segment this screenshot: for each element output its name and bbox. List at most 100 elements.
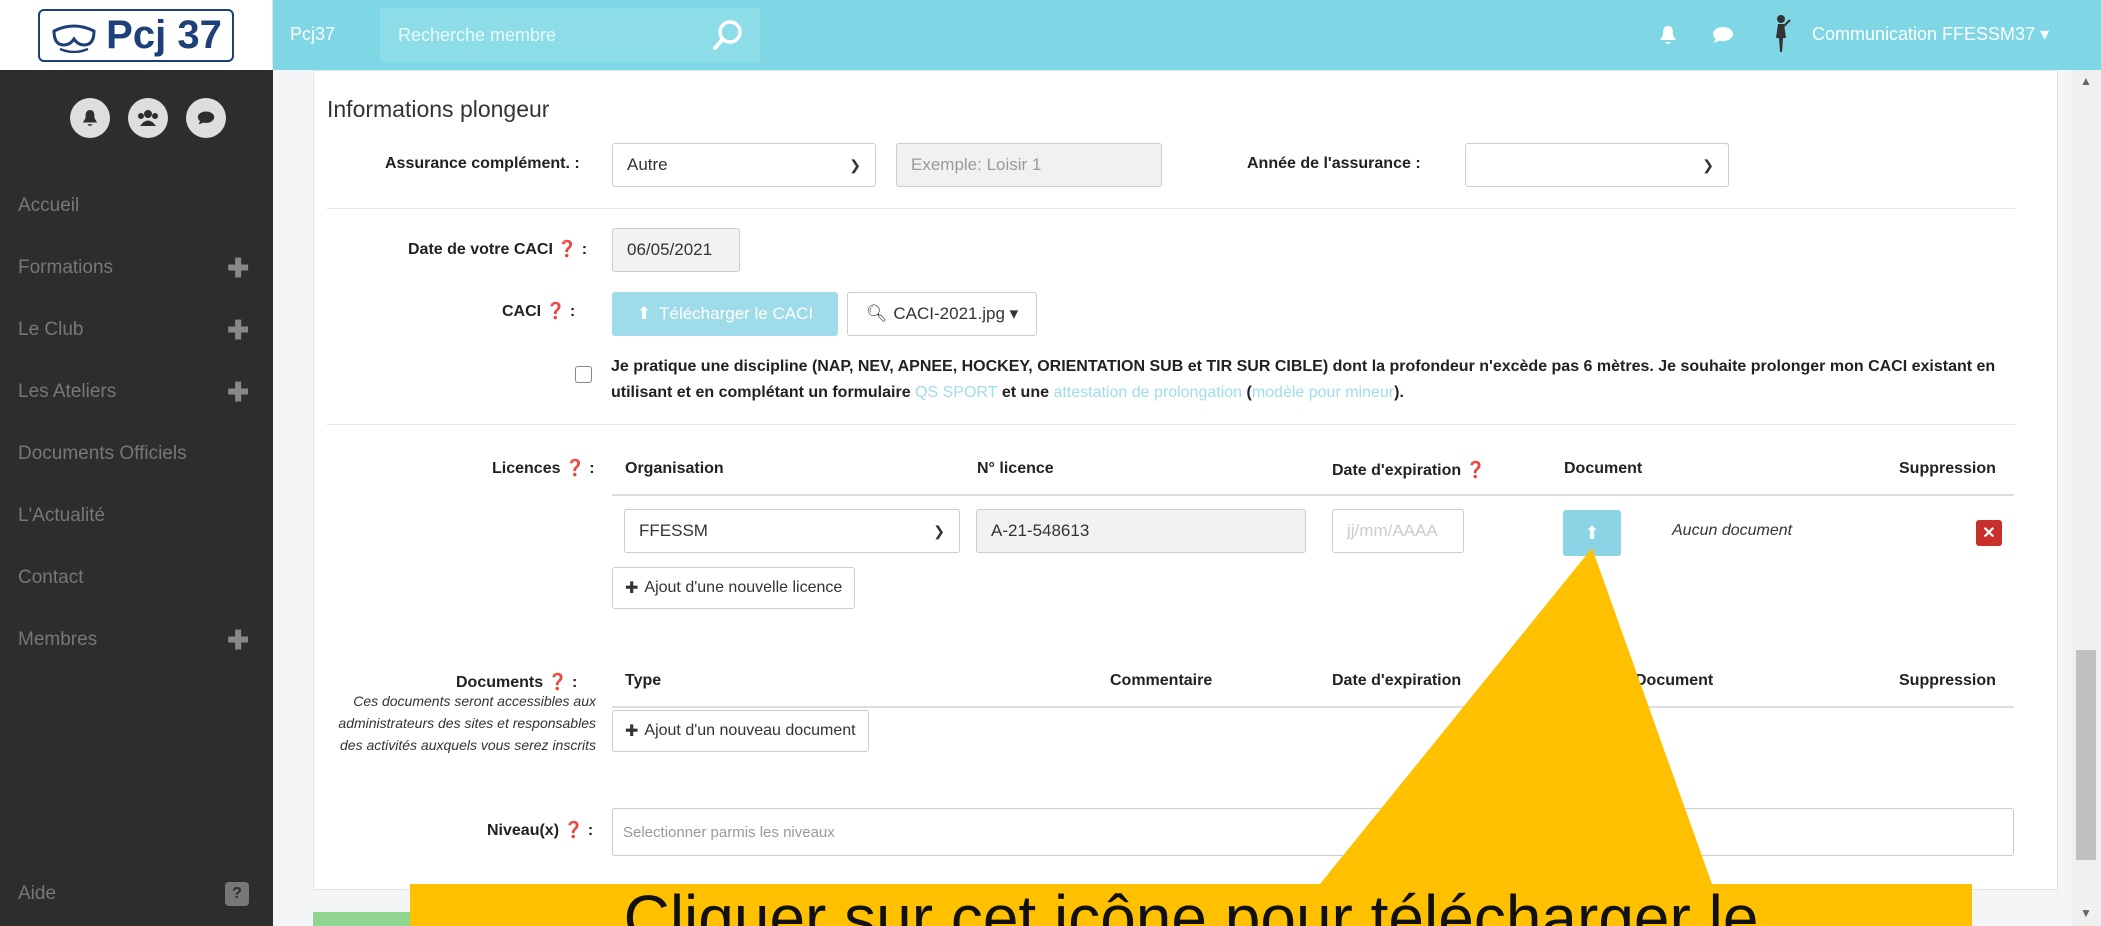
assurance-select-value: Autre	[627, 155, 668, 174]
sidebar-item-label: Accueil	[18, 195, 80, 216]
sidebar-item-aide[interactable]: Aide?	[0, 874, 273, 914]
niveaux-label-text: Niveau(x)	[487, 822, 560, 839]
upload-caci-button[interactable]: ⬆ Télécharger le CACI	[612, 292, 838, 336]
sidebar-quick-icons	[70, 98, 226, 138]
brand-link[interactable]: Pcj37	[290, 24, 335, 45]
notifications-icon[interactable]	[70, 98, 110, 138]
site-logo[interactable]: Pcj 37	[38, 8, 234, 62]
question-circle-icon[interactable]: ❓	[1466, 462, 1486, 479]
licences-label-text: Licences	[492, 460, 561, 477]
caci-date-label: Date de votre CACI ❓ :	[408, 241, 588, 258]
caci-label: CACI ❓ :	[502, 303, 576, 320]
delete-licence-button[interactable]: ✕	[1976, 520, 2002, 546]
member-search-input[interactable]	[380, 8, 760, 62]
user-menu[interactable]: Communication FFESSM37 ▾	[1812, 24, 2049, 45]
chat-icon[interactable]	[1710, 22, 1736, 48]
caci-extension-checkbox[interactable]	[575, 366, 592, 383]
assurance-year-select[interactable]: ❯	[1465, 143, 1729, 187]
sidebar-item-formations[interactable]: Formations ✚	[0, 248, 273, 288]
mineur-model-link[interactable]: modèle pour mineur	[1252, 384, 1394, 401]
assurance-label: Assurance complément. :	[385, 155, 580, 172]
col-licence-number: N° licence	[977, 460, 1054, 477]
documents-label-text: Documents	[456, 674, 544, 691]
col-doc-suppression: Suppression	[1899, 672, 1996, 689]
upload-icon: ⬆	[1584, 522, 1600, 543]
add-licence-label: Ajout d'une nouvelle licence	[644, 579, 843, 596]
documents-label: Documents ❓ :	[456, 674, 578, 691]
question-circle-icon[interactable]: ❓	[557, 241, 577, 258]
question-circle-icon[interactable]: ❓	[565, 460, 585, 477]
caci-text-part: et une	[997, 384, 1054, 401]
scroll-down-arrow-icon[interactable]: ▼	[2080, 906, 2092, 920]
niveaux-label: Niveau(x) ❓ :	[487, 822, 594, 839]
niveaux-multiselect[interactable]: Selectionner parmis les niveaux	[612, 808, 2014, 856]
main-panel	[313, 70, 2058, 890]
licence-number-value: A-21-548613	[991, 521, 1090, 540]
col-organisation: Organisation	[625, 460, 724, 477]
organisation-select[interactable]: FFESSM ❯	[624, 509, 960, 553]
expand-plus-icon[interactable]: ✚	[227, 377, 249, 408]
bell-icon[interactable]	[1655, 22, 1681, 48]
licences-label: Licences ❓ :	[492, 460, 595, 477]
licence-expiration-input[interactable]: jj/mm/AAAA	[1332, 509, 1464, 553]
messages-icon[interactable]	[186, 98, 226, 138]
upload-icon: ⬆	[636, 304, 652, 323]
sidebar-item-label: Membres	[18, 629, 98, 650]
annotation-text: Cliquer sur cet icône pour télécharger l…	[623, 884, 1759, 926]
plus-icon: ✚	[625, 580, 639, 597]
caci-text-part: (	[1242, 384, 1252, 401]
licence-number-input[interactable]: A-21-548613	[976, 509, 1306, 553]
sidebar-item-membres[interactable]: Membres ✚	[0, 620, 273, 660]
col-doc-expiration: Date d'expiration	[1332, 672, 1462, 689]
caci-date-input[interactable]: 06/05/2021	[612, 228, 740, 272]
question-circle-icon[interactable]: ❓	[546, 303, 566, 320]
table-header-divider	[612, 706, 2014, 708]
diving-mask-icon	[52, 24, 96, 53]
sidebar-item-les-ateliers[interactable]: Les Ateliers ✚	[0, 372, 273, 412]
expand-plus-icon[interactable]: ✚	[227, 315, 249, 346]
caci-extension-text: Je pratique une discipline (NAP, NEV, AP…	[611, 354, 2011, 406]
question-circle-icon[interactable]: ❓	[548, 674, 568, 691]
group-icon[interactable]	[128, 98, 168, 138]
annotation-callout: Cliquer sur cet icône pour télécharger l…	[410, 884, 1972, 926]
sidebar-item-label: L'Actualité	[18, 505, 106, 526]
diver-avatar-icon[interactable]	[1768, 14, 1794, 54]
sidebar-item-label: Le Club	[18, 319, 84, 340]
sidebar-item-actualite[interactable]: L'Actualité	[0, 496, 273, 536]
sidebar-item-contact[interactable]: Contact	[0, 558, 273, 598]
search-icon[interactable]	[712, 18, 746, 52]
sidebar-item-label: Documents Officiels	[18, 443, 187, 464]
add-licence-button[interactable]: ✚ Ajout d'une nouvelle licence	[612, 567, 856, 609]
chevron-down-icon: ❯	[933, 522, 945, 539]
chevron-down-icon: ❯	[849, 156, 861, 173]
sidebar-item-label: Les Ateliers	[18, 381, 117, 402]
scroll-up-arrow-icon[interactable]: ▲	[2080, 74, 2092, 88]
assurance-other-input[interactable]: Exemple: Loisir 1	[896, 143, 1162, 187]
sidebar-item-documents-officiels[interactable]: Documents Officiels	[0, 434, 273, 474]
logo-container[interactable]: Pcj 37	[0, 0, 273, 70]
licence-document-status: Aucun document	[1672, 522, 1793, 539]
assurance-select[interactable]: Autre ❯	[612, 143, 876, 187]
expand-plus-icon[interactable]: ✚	[227, 625, 249, 656]
caci-file-label: CACI-2021.jpg ▾	[893, 304, 1019, 323]
help-icon[interactable]: ?	[225, 882, 249, 906]
caci-file-dropdown[interactable]: 🔍︎ CACI-2021.jpg ▾	[847, 292, 1037, 336]
qs-sport-link[interactable]: QS SPORT	[915, 384, 997, 401]
col-expiration-text: Date d'expiration	[1332, 462, 1462, 479]
sidebar-item-accueil[interactable]: Accueil	[0, 186, 273, 226]
licence-upload-button[interactable]: ⬆	[1563, 510, 1621, 556]
table-header-divider	[612, 494, 2014, 496]
section-title: Informations plongeur	[327, 96, 550, 122]
add-document-button[interactable]: ✚ Ajout d'un nouveau document	[612, 710, 869, 752]
attestation-link[interactable]: attestation de prolongation	[1053, 384, 1242, 401]
divider	[327, 424, 2015, 425]
col-commentaire: Commentaire	[1110, 672, 1213, 689]
save-button[interactable]	[313, 912, 413, 926]
expand-plus-icon[interactable]: ✚	[227, 253, 249, 284]
scrollbar-thumb[interactable]	[2076, 650, 2096, 860]
sidebar-item-le-club[interactable]: Le Club ✚	[0, 310, 273, 350]
documents-note: Ces documents seront accessibles aux adm…	[338, 693, 596, 753]
question-circle-icon[interactable]: ❓	[563, 822, 583, 839]
col-type: Type	[625, 672, 662, 689]
col-doc-document: Document	[1635, 672, 1714, 689]
